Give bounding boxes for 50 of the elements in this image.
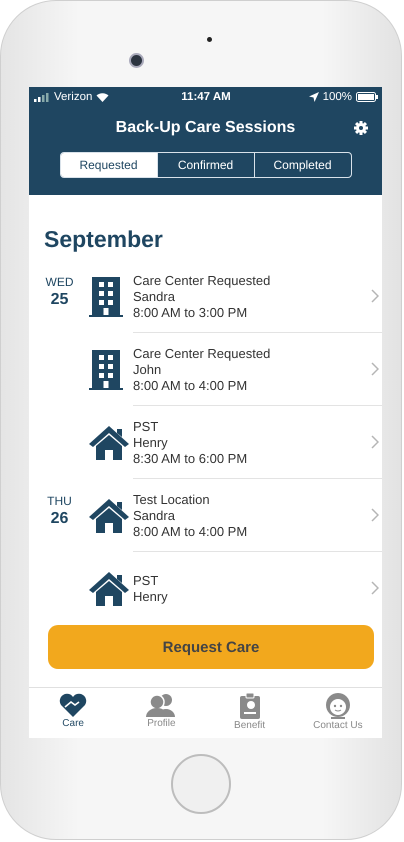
child-name: Sandra [133, 288, 176, 304]
house-icon [89, 572, 129, 606]
day-number: 26 [50, 510, 68, 528]
speaker-dot [206, 37, 212, 42]
location-arrow-icon [308, 92, 319, 102]
house-icon [89, 426, 129, 460]
session-title: PST [133, 572, 160, 588]
weekday-label: THU [47, 494, 72, 508]
child-name: John [133, 362, 162, 376]
month-heading: September [44, 226, 164, 252]
clipboard-icon[interactable] [238, 693, 261, 719]
chevron-right-icon[interactable] [371, 362, 379, 376]
tab-bar-item[interactable]: Contact Us [294, 688, 382, 738]
chevron-right-icon[interactable] [371, 508, 379, 522]
chevron-right-icon[interactable] [371, 289, 379, 303]
tab-bar-item[interactable]: Profile [117, 688, 206, 738]
settings-icon[interactable] [354, 121, 368, 135]
day-number: 25 [50, 291, 68, 309]
wifi-icon [96, 92, 110, 102]
house-icon [89, 498, 129, 532]
session-time: 8:00 AM to 3:00 PM [133, 304, 248, 320]
segment-tab[interactable]: Completed [254, 153, 350, 177]
session-title: Care Center Requested [133, 272, 272, 288]
session-time: 8:30 AM to 6:00 PM [133, 450, 248, 466]
request-care-button[interactable]: Request Care [48, 625, 374, 669]
child-name: Henry [133, 434, 169, 450]
child-name: Sandra [133, 508, 176, 522]
battery-percent: 100% [322, 91, 352, 103]
battery-icon [356, 92, 378, 102]
signal-icon [34, 92, 50, 102]
session-time: 8:00 AM to 4:00 PM [133, 524, 248, 538]
child-name: Henry [133, 588, 169, 604]
building-icon [89, 276, 123, 316]
tab-bar-item[interactable]: Benefit [206, 688, 294, 738]
session-time: 8:00 AM to 4:00 PM [133, 378, 248, 392]
camera-lens [128, 53, 144, 68]
session-title: PST [133, 418, 160, 434]
tab-bar-item[interactable]: Care [29, 688, 118, 738]
building-icon [89, 350, 123, 390]
people-icon[interactable] [146, 693, 176, 717]
session-title: Care Center Requested [133, 346, 272, 360]
status-time: 11:47 AM [181, 91, 231, 103]
screen-title: Back-Up Care Sessions [116, 119, 296, 137]
carrier-name: Verizon [54, 91, 92, 103]
segment-tab[interactable]: Confirmed [156, 153, 254, 177]
weekday-label: WED [46, 275, 74, 289]
chevron-right-icon[interactable] [371, 581, 379, 595]
session-title: Test Location [133, 492, 211, 506]
segment-tab[interactable]: Requested [60, 153, 156, 177]
chevron-right-icon[interactable] [371, 435, 379, 449]
